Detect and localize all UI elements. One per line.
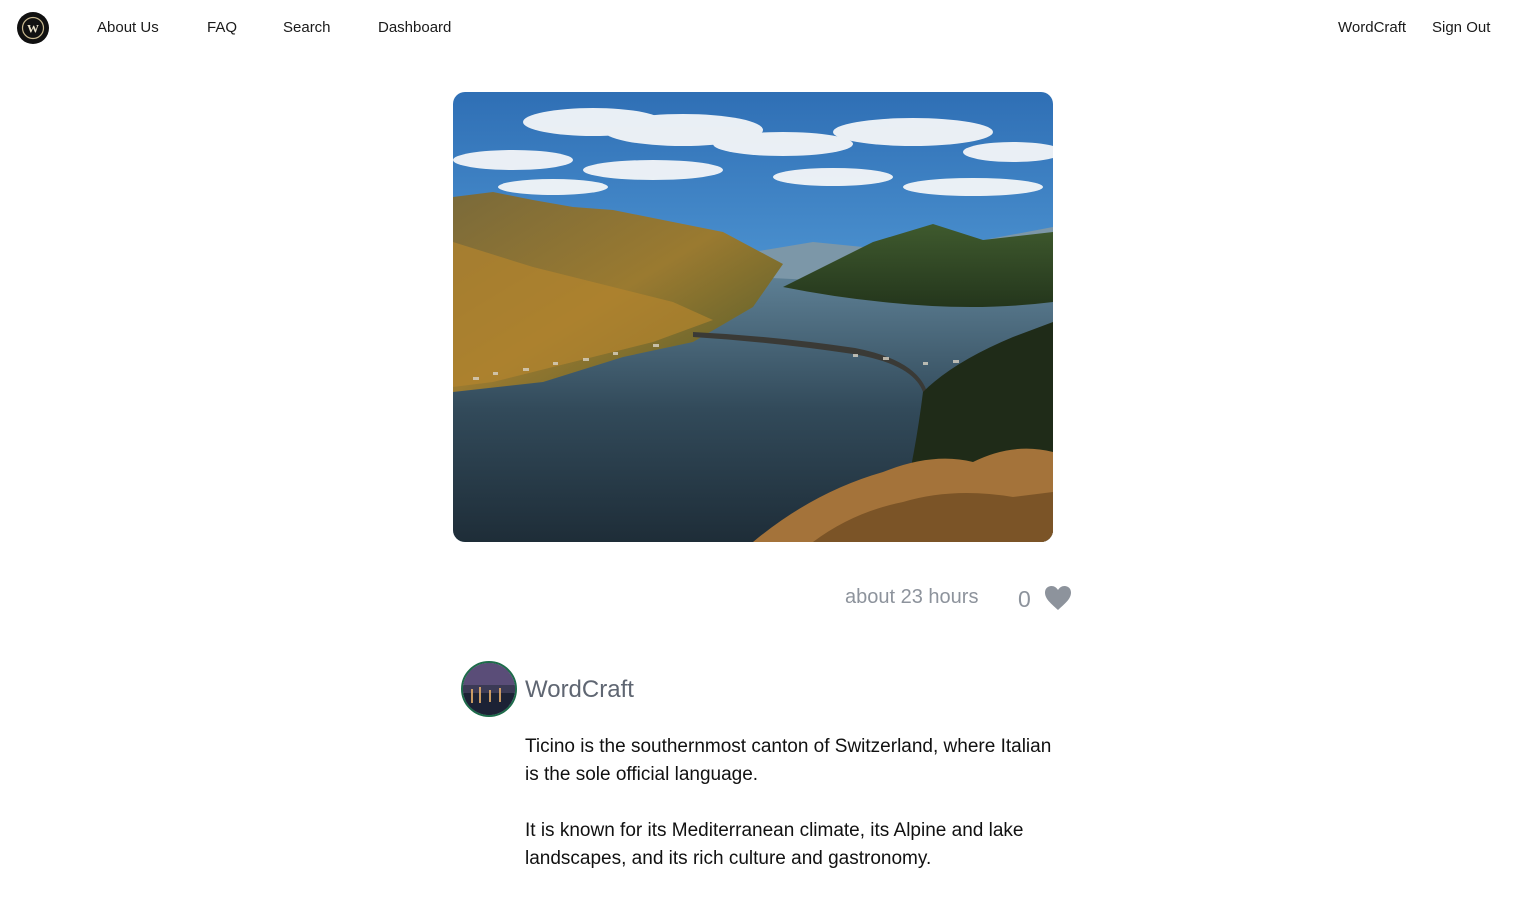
like-count: 0 bbox=[1018, 586, 1031, 612]
svg-text:W: W bbox=[27, 22, 39, 36]
nav-about-us[interactable]: About Us bbox=[97, 18, 159, 38]
nav-sign-out[interactable]: Sign Out bbox=[1432, 18, 1490, 38]
post-hero-image bbox=[453, 92, 1053, 542]
nav-user-profile[interactable]: WordCraft bbox=[1338, 18, 1406, 38]
nav-search[interactable]: Search bbox=[283, 18, 331, 38]
wordcraft-logo-icon: W bbox=[18, 13, 48, 43]
like-button[interactable] bbox=[1044, 585, 1072, 611]
author-name[interactable]: WordCraft bbox=[525, 675, 634, 705]
post-paragraph: Ticino is the southernmost canton of Swi… bbox=[525, 736, 1052, 785]
top-nav-bar: W About Us FAQ Search Dashboard WordCraf… bbox=[0, 0, 1515, 56]
logo-home-link[interactable]: W bbox=[17, 12, 49, 44]
post-paragraph: It is known for its Mediterranean climat… bbox=[525, 820, 1024, 869]
author-avatar[interactable] bbox=[461, 661, 517, 717]
nav-faq[interactable]: FAQ bbox=[207, 18, 237, 38]
heart-icon bbox=[1045, 586, 1071, 610]
lake-mountain-landscape-image bbox=[453, 92, 1053, 542]
nav-dashboard[interactable]: Dashboard bbox=[378, 18, 451, 38]
post-body: Ticino is the southernmost canton of Swi… bbox=[525, 733, 1055, 901]
post-timestamp: about 23 hours bbox=[845, 586, 979, 608]
author-avatar-image bbox=[463, 663, 515, 715]
